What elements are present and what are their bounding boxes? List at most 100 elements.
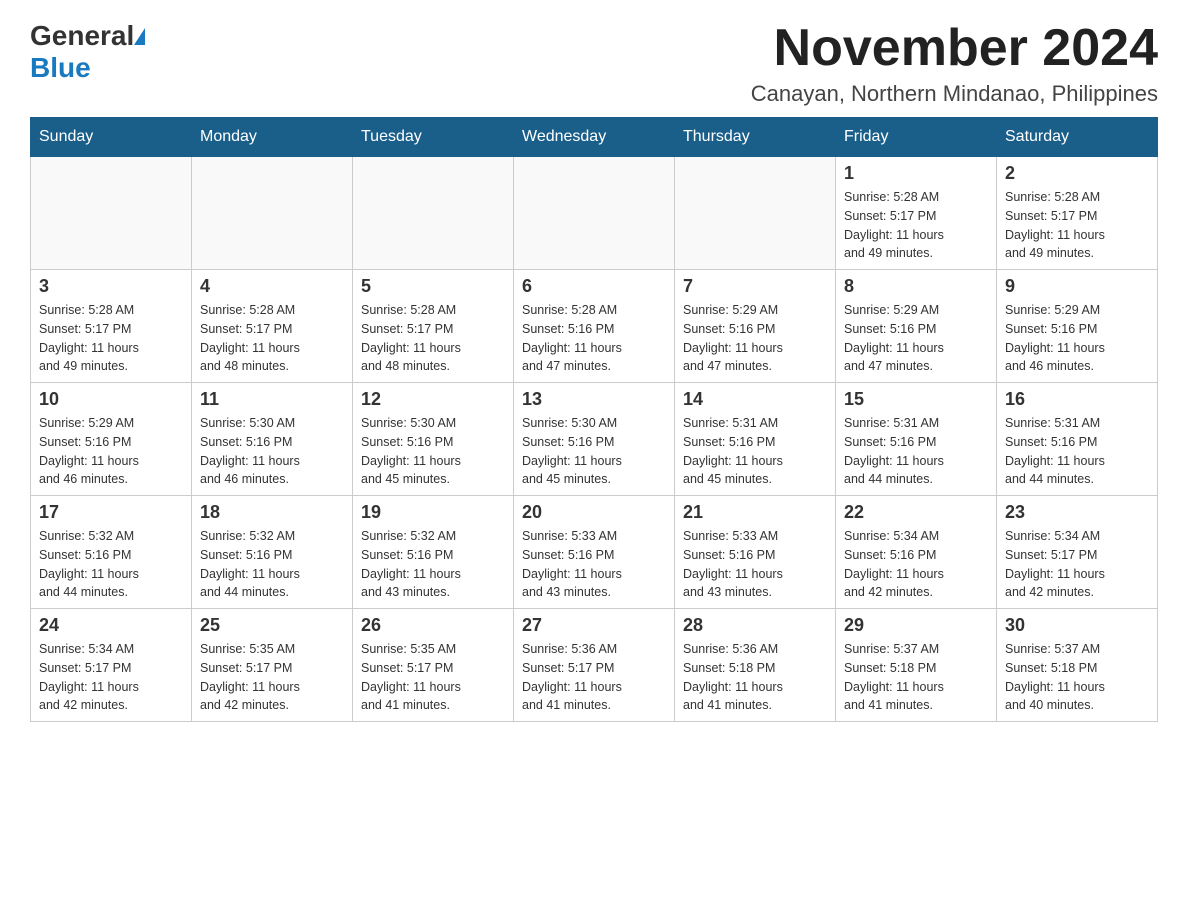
day-number: 22	[844, 502, 988, 523]
day-number: 30	[1005, 615, 1149, 636]
calendar-cell: 10 Sunrise: 5:29 AMSunset: 5:16 PMDayligh…	[31, 383, 192, 496]
calendar-cell: 15Sunrise: 5:31 AMSunset: 5:16 PMDayligh…	[836, 383, 997, 496]
day-number: 27	[522, 615, 666, 636]
day-number: 3	[39, 276, 183, 297]
calendar-cell	[192, 157, 353, 270]
day-number: 19	[361, 502, 505, 523]
day-number: 5	[361, 276, 505, 297]
calendar-cell: 3 Sunrise: 5:28 AMSunset: 5:17 PMDaylight…	[31, 270, 192, 383]
calendar-cell: 19 Sunrise: 5:32 AMSunset: 5:16 PMDayligh…	[353, 496, 514, 609]
day-info: Sunrise: 5:37 AMSunset: 5:18 PMDaylight:…	[1005, 640, 1149, 715]
month-title: November 2024	[751, 20, 1158, 77]
day-info: Sunrise: 5:28 AMSunset: 5:17 PMDaylight:…	[361, 301, 505, 376]
day-info: Sunrise: 5:29 AMSunset: 5:16 PMDaylight:…	[1005, 301, 1149, 376]
calendar-cell: 22 Sunrise: 5:34 AMSunset: 5:16 PMDayligh…	[836, 496, 997, 609]
calendar-cell: 29 Sunrise: 5:37 AMSunset: 5:18 PMDayligh…	[836, 609, 997, 722]
calendar-cell: 14Sunrise: 5:31 AMSunset: 5:16 PMDayligh…	[675, 383, 836, 496]
calendar-week-row: 24 Sunrise: 5:34 AMSunset: 5:17 PMDayligh…	[31, 609, 1158, 722]
location-title: Canayan, Northern Mindanao, Philippines	[751, 81, 1158, 107]
calendar-week-row: 10 Sunrise: 5:29 AMSunset: 5:16 PMDayligh…	[31, 383, 1158, 496]
title-area: November 2024 Canayan, Northern Mindanao…	[751, 20, 1158, 107]
calendar-cell: 20 Sunrise: 5:33 AMSunset: 5:16 PMDayligh…	[514, 496, 675, 609]
day-info: Sunrise: 5:28 AMSunset: 5:17 PMDaylight:…	[1005, 188, 1149, 263]
calendar-week-row: 3 Sunrise: 5:28 AMSunset: 5:17 PMDaylight…	[31, 270, 1158, 383]
calendar-cell	[675, 157, 836, 270]
day-info: Sunrise: 5:28 AMSunset: 5:17 PMDaylight:…	[200, 301, 344, 376]
day-info: Sunrise: 5:36 AMSunset: 5:18 PMDaylight:…	[683, 640, 827, 715]
calendar-header-row: SundayMondayTuesdayWednesdayThursdayFrid…	[31, 118, 1158, 157]
day-number: 13	[522, 389, 666, 410]
day-of-week-header: Thursday	[675, 118, 836, 157]
calendar-cell	[514, 157, 675, 270]
calendar-cell: 16Sunrise: 5:31 AMSunset: 5:16 PMDayligh…	[997, 383, 1158, 496]
day-number: 10	[39, 389, 183, 410]
day-number: 8	[844, 276, 988, 297]
day-number: 23	[1005, 502, 1149, 523]
day-of-week-header: Wednesday	[514, 118, 675, 157]
day-number: 6	[522, 276, 666, 297]
day-info: Sunrise: 5:34 AMSunset: 5:17 PMDaylight:…	[1005, 527, 1149, 602]
day-number: 29	[844, 615, 988, 636]
logo: General Blue	[30, 20, 145, 84]
day-info: Sunrise: 5:31 AMSunset: 5:16 PMDaylight:…	[844, 414, 988, 489]
day-number: 12	[361, 389, 505, 410]
day-info: Sunrise: 5:34 AMSunset: 5:16 PMDaylight:…	[844, 527, 988, 602]
day-number: 4	[200, 276, 344, 297]
day-of-week-header: Saturday	[997, 118, 1158, 157]
day-of-week-header: Sunday	[31, 118, 192, 157]
day-info: Sunrise: 5:32 AMSunset: 5:16 PMDaylight:…	[200, 527, 344, 602]
calendar-cell: 12 Sunrise: 5:30 AMSunset: 5:16 PMDayligh…	[353, 383, 514, 496]
day-of-week-header: Monday	[192, 118, 353, 157]
day-info: Sunrise: 5:28 AMSunset: 5:17 PMDaylight:…	[844, 188, 988, 263]
day-number: 28	[683, 615, 827, 636]
calendar-cell: 17 Sunrise: 5:32 AMSunset: 5:16 PMDayligh…	[31, 496, 192, 609]
calendar-cell: 25 Sunrise: 5:35 AMSunset: 5:17 PMDayligh…	[192, 609, 353, 722]
day-number: 21	[683, 502, 827, 523]
page-header: General Blue November 2024 Canayan, Nort…	[30, 20, 1158, 107]
day-info: Sunrise: 5:28 AMSunset: 5:17 PMDaylight:…	[39, 301, 183, 376]
day-number: 9	[1005, 276, 1149, 297]
day-number: 25	[200, 615, 344, 636]
day-number: 24	[39, 615, 183, 636]
day-info: Sunrise: 5:35 AMSunset: 5:17 PMDaylight:…	[361, 640, 505, 715]
calendar-cell: 9 Sunrise: 5:29 AMSunset: 5:16 PMDaylight…	[997, 270, 1158, 383]
logo-blue-text: Blue	[30, 52, 91, 83]
calendar-cell: 26Sunrise: 5:35 AMSunset: 5:17 PMDayligh…	[353, 609, 514, 722]
calendar-cell: 4 Sunrise: 5:28 AMSunset: 5:17 PMDaylight…	[192, 270, 353, 383]
calendar-cell	[31, 157, 192, 270]
calendar-table: SundayMondayTuesdayWednesdayThursdayFrid…	[30, 117, 1158, 722]
day-number: 17	[39, 502, 183, 523]
calendar-cell: 2 Sunrise: 5:28 AMSunset: 5:17 PMDaylight…	[997, 157, 1158, 270]
calendar-cell: 8 Sunrise: 5:29 AMSunset: 5:16 PMDaylight…	[836, 270, 997, 383]
day-info: Sunrise: 5:34 AMSunset: 5:17 PMDaylight:…	[39, 640, 183, 715]
day-info: Sunrise: 5:32 AMSunset: 5:16 PMDaylight:…	[361, 527, 505, 602]
day-info: Sunrise: 5:36 AMSunset: 5:17 PMDaylight:…	[522, 640, 666, 715]
logo-general-text: General	[30, 20, 134, 52]
calendar-cell: 28 Sunrise: 5:36 AMSunset: 5:18 PMDayligh…	[675, 609, 836, 722]
day-info: Sunrise: 5:28 AMSunset: 5:16 PMDaylight:…	[522, 301, 666, 376]
day-info: Sunrise: 5:30 AMSunset: 5:16 PMDaylight:…	[522, 414, 666, 489]
day-info: Sunrise: 5:32 AMSunset: 5:16 PMDaylight:…	[39, 527, 183, 602]
day-info: Sunrise: 5:30 AMSunset: 5:16 PMDaylight:…	[200, 414, 344, 489]
calendar-cell: 7Sunrise: 5:29 AMSunset: 5:16 PMDaylight…	[675, 270, 836, 383]
calendar-cell: 21 Sunrise: 5:33 AMSunset: 5:16 PMDayligh…	[675, 496, 836, 609]
day-number: 20	[522, 502, 666, 523]
calendar-cell: 13 Sunrise: 5:30 AMSunset: 5:16 PMDayligh…	[514, 383, 675, 496]
day-info: Sunrise: 5:33 AMSunset: 5:16 PMDaylight:…	[683, 527, 827, 602]
calendar-cell: 30 Sunrise: 5:37 AMSunset: 5:18 PMDayligh…	[997, 609, 1158, 722]
day-number: 16	[1005, 389, 1149, 410]
day-info: Sunrise: 5:30 AMSunset: 5:16 PMDaylight:…	[361, 414, 505, 489]
calendar-cell: 6 Sunrise: 5:28 AMSunset: 5:16 PMDaylight…	[514, 270, 675, 383]
day-info: Sunrise: 5:35 AMSunset: 5:17 PMDaylight:…	[200, 640, 344, 715]
calendar-cell: 11 Sunrise: 5:30 AMSunset: 5:16 PMDayligh…	[192, 383, 353, 496]
calendar-cell: 27 Sunrise: 5:36 AMSunset: 5:17 PMDayligh…	[514, 609, 675, 722]
day-number: 11	[200, 389, 344, 410]
day-number: 2	[1005, 163, 1149, 184]
day-info: Sunrise: 5:33 AMSunset: 5:16 PMDaylight:…	[522, 527, 666, 602]
day-info: Sunrise: 5:37 AMSunset: 5:18 PMDaylight:…	[844, 640, 988, 715]
day-number: 14	[683, 389, 827, 410]
day-info: Sunrise: 5:29 AMSunset: 5:16 PMDaylight:…	[39, 414, 183, 489]
day-of-week-header: Tuesday	[353, 118, 514, 157]
day-info: Sunrise: 5:29 AMSunset: 5:16 PMDaylight:…	[844, 301, 988, 376]
calendar-cell: 24 Sunrise: 5:34 AMSunset: 5:17 PMDayligh…	[31, 609, 192, 722]
